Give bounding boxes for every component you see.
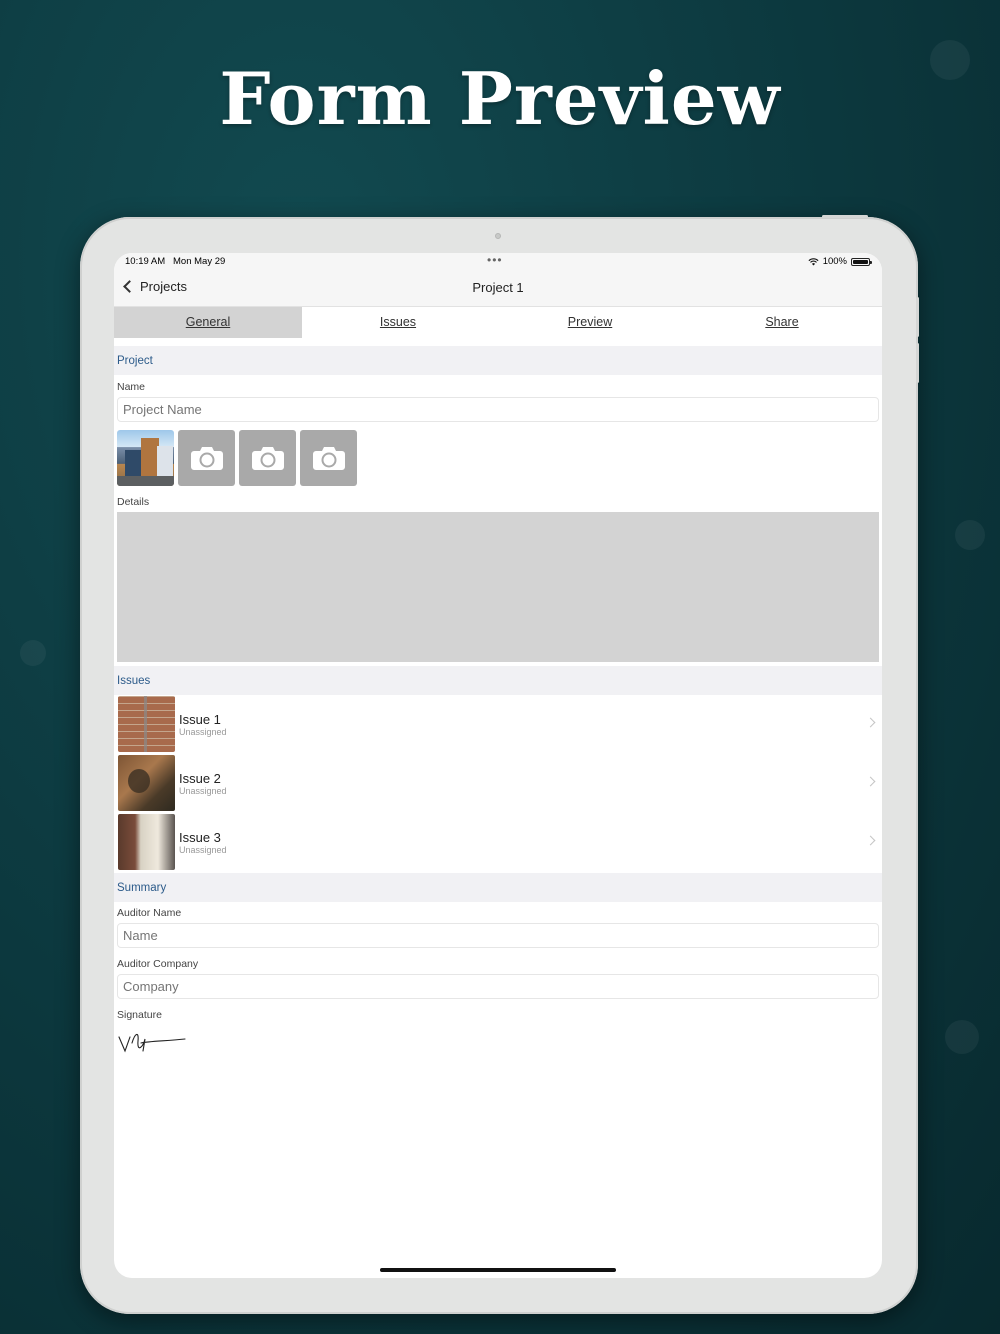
battery-percent: 100% bbox=[822, 256, 847, 267]
status-indicators: 100% bbox=[808, 256, 872, 267]
issue-photo bbox=[118, 814, 175, 870]
wifi-icon bbox=[808, 257, 819, 266]
tab-issues[interactable]: Issues bbox=[302, 307, 494, 338]
navigation-bar: Projects Project 1 bbox=[114, 271, 882, 307]
tab-share[interactable]: Share bbox=[686, 307, 878, 338]
project-name-input[interactable] bbox=[117, 397, 879, 422]
project-photo[interactable] bbox=[117, 430, 174, 486]
chevron-right-icon bbox=[865, 717, 876, 728]
camera-icon bbox=[495, 233, 501, 239]
background-speck bbox=[20, 640, 46, 666]
camera-icon bbox=[251, 447, 284, 470]
details-textarea[interactable] bbox=[117, 512, 879, 662]
chevron-right-icon bbox=[865, 835, 876, 846]
camera-icon bbox=[190, 447, 223, 470]
add-photo-button[interactable] bbox=[239, 430, 296, 486]
status-date: Mon May 29 bbox=[173, 256, 226, 267]
status-time: 10:19 AM bbox=[125, 256, 166, 267]
issue-assignee: Unassigned bbox=[179, 845, 227, 855]
issue-row[interactable]: Issue 3 Unassigned bbox=[114, 813, 882, 872]
issue-assignee: Unassigned bbox=[179, 786, 227, 796]
issue-row[interactable]: Issue 2 Unassigned bbox=[114, 754, 882, 813]
tab-general[interactable]: General bbox=[114, 307, 302, 338]
camera-icon bbox=[312, 447, 345, 470]
tab-preview[interactable]: Preview bbox=[494, 307, 686, 338]
issue-title: Issue 2 bbox=[179, 771, 221, 786]
status-bar: 10:19 AM Mon May 29 ••• 100% bbox=[114, 253, 882, 271]
tablet-frame: 10:19 AM Mon May 29 ••• 100% Projects Pr… bbox=[80, 215, 919, 1314]
signature-label: Signature bbox=[117, 1009, 162, 1021]
auditor-company-label: Auditor Company bbox=[117, 958, 199, 970]
name-label: Name bbox=[117, 381, 146, 393]
auditor-company-input[interactable] bbox=[117, 974, 879, 999]
issue-assignee: Unassigned bbox=[179, 727, 227, 737]
app-screen: 10:19 AM Mon May 29 ••• 100% Projects Pr… bbox=[114, 253, 882, 1278]
tab-bar: General Issues Preview Share bbox=[114, 307, 882, 338]
issue-title: Issue 1 bbox=[179, 712, 221, 727]
battery-icon bbox=[851, 257, 872, 266]
chevron-right-icon bbox=[865, 776, 876, 787]
signature-pad[interactable] bbox=[117, 1025, 189, 1057]
issue-photo bbox=[118, 696, 175, 752]
section-header-issues: Issues bbox=[114, 666, 882, 695]
section-header-summary: Summary bbox=[114, 873, 882, 902]
home-indicator[interactable] bbox=[380, 1268, 616, 1272]
background-speck bbox=[955, 520, 985, 550]
auditor-name-label: Auditor Name bbox=[117, 907, 182, 919]
power-button bbox=[822, 215, 868, 218]
auditor-name-input[interactable] bbox=[117, 923, 879, 948]
issue-row[interactable]: Issue 1 Unassigned bbox=[114, 695, 882, 754]
add-photo-button[interactable] bbox=[178, 430, 235, 486]
section-header-project: Project bbox=[114, 346, 882, 375]
hero-title: Form Preview bbox=[219, 56, 781, 141]
issue-title: Issue 3 bbox=[179, 830, 221, 845]
add-photo-button[interactable] bbox=[300, 430, 357, 486]
background-speck bbox=[945, 1020, 979, 1054]
multitasking-dots-icon[interactable]: ••• bbox=[487, 253, 503, 267]
issue-photo bbox=[118, 755, 175, 811]
volume-button bbox=[916, 297, 919, 337]
volume-button bbox=[916, 343, 919, 383]
details-label: Details bbox=[117, 496, 150, 508]
nav-title: Project 1 bbox=[472, 280, 524, 295]
